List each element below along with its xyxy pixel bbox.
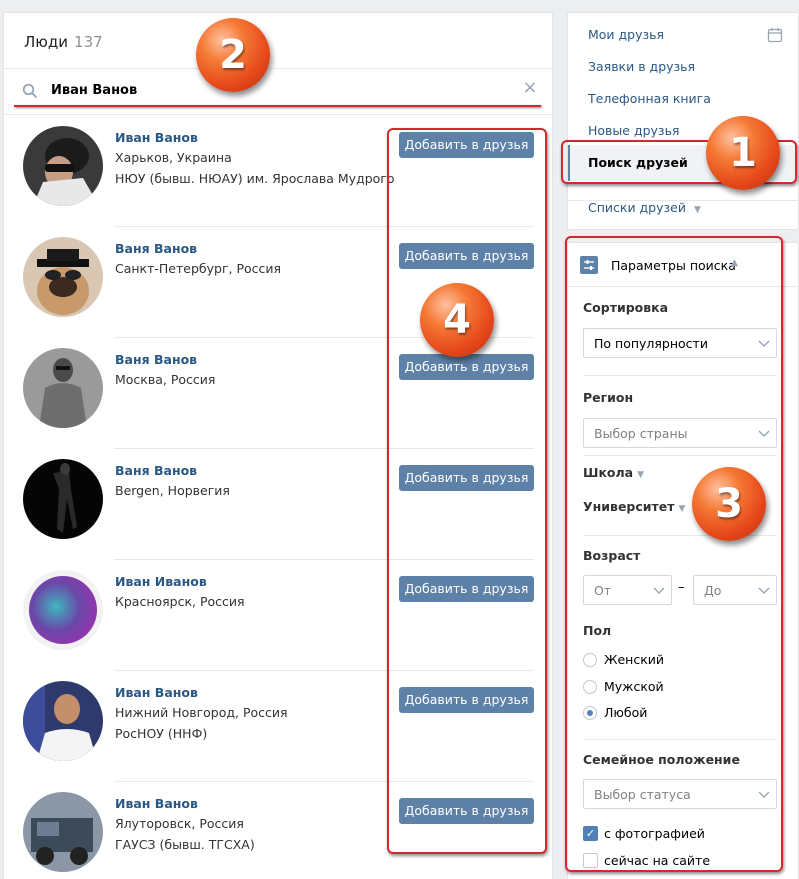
annotation-badge-4: 4	[420, 283, 494, 357]
annotation-underline	[14, 105, 541, 107]
person-education: ГАУСЗ (бывш. ТГСХА)	[115, 837, 255, 852]
person-education: НЮУ (бывш. НЮАУ) им. Ярослава Мудрого	[115, 171, 395, 186]
person-location: Ялуторовск, Россия	[115, 816, 244, 831]
annotation-badge-2: 2	[196, 18, 270, 92]
annotation-frame-buttons	[387, 128, 547, 854]
person-location: Харьков, Украина	[115, 150, 232, 165]
people-title: Люди	[24, 33, 69, 51]
person-name[interactable]: Иван Иванов	[115, 574, 207, 589]
nav-item-my-friends[interactable]: Мои друзья	[588, 27, 664, 42]
person-location: Нижний Новгород, Россия	[115, 705, 288, 720]
people-count: 137	[74, 33, 103, 51]
person-name[interactable]: Ваня Ванов	[115, 241, 197, 256]
caret-down-icon: ▼	[693, 205, 701, 215]
people-header: Люди 137	[4, 13, 552, 69]
search-input[interactable]	[51, 79, 511, 101]
avatar[interactable]	[23, 126, 103, 206]
person-name[interactable]: Иван Ванов	[115, 130, 198, 145]
avatar[interactable]	[23, 348, 103, 428]
nav-item-friend-lists[interactable]: Списки друзей ▼	[588, 200, 701, 215]
person-location: Санкт-Петербург, Россия	[115, 261, 282, 276]
person-location: Москва, Россия	[115, 372, 216, 387]
nav-item-requests[interactable]: Заявки в друзья	[588, 59, 695, 74]
person-location: Красноярск, Россия	[115, 594, 245, 609]
search-bar: ×	[4, 69, 552, 115]
friends-nav: Мои друзья Заявки в друзья Телефонная кн…	[567, 12, 799, 230]
annotation-badge-1: 1	[706, 116, 780, 190]
nav-item-label: Списки друзей	[588, 200, 686, 215]
nav-item-phonebook[interactable]: Телефонная книга	[588, 91, 711, 106]
clear-icon[interactable]: ×	[522, 79, 538, 97]
person-name[interactable]: Ваня Ванов	[115, 352, 197, 367]
annotation-frame-params	[565, 236, 783, 872]
avatar[interactable]	[23, 681, 103, 761]
calendar-icon[interactable]	[767, 27, 783, 43]
search-icon	[22, 83, 37, 98]
avatar[interactable]	[23, 459, 103, 539]
person-name[interactable]: Иван Ванов	[115, 796, 198, 811]
person-location: Bergen, Норвегия	[115, 483, 230, 498]
person-name[interactable]: Иван Ванов	[115, 685, 198, 700]
avatar[interactable]	[23, 792, 103, 872]
avatar[interactable]	[23, 570, 103, 650]
annotation-badge-3: 3	[692, 467, 766, 541]
avatar[interactable]	[23, 237, 103, 317]
nav-item-new-friends[interactable]: Новые друзья	[588, 123, 679, 138]
person-education: РосНОУ (ННФ)	[115, 726, 208, 741]
person-name[interactable]: Ваня Ванов	[115, 463, 197, 478]
